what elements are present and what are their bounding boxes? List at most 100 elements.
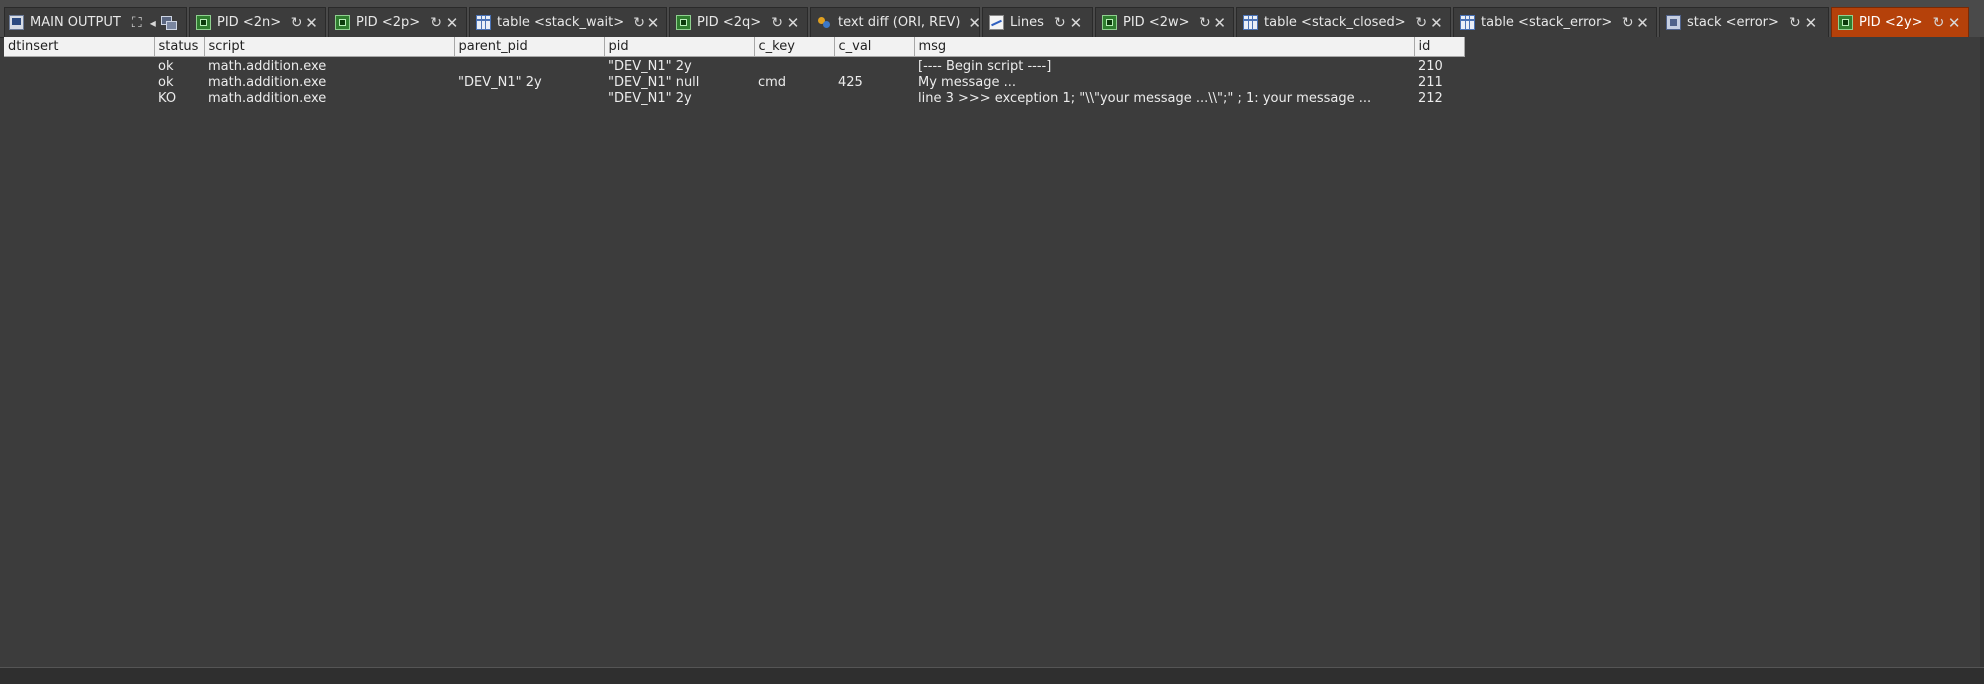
cell-dtinsert: [4, 56, 154, 75]
text-diff-icon: [817, 15, 832, 30]
cell-parent-pid: [454, 91, 604, 107]
maximize-icon[interactable]: ⛶: [129, 15, 145, 31]
refresh-icon[interactable]: ↻: [1052, 15, 1068, 31]
column-header-status[interactable]: status: [154, 37, 205, 57]
collapse-left-icon[interactable]: ◂: [145, 15, 161, 31]
cell-c-val: 425: [838, 74, 863, 90]
cell-msg: [---- Begin script ----]: [918, 58, 1052, 74]
refresh-icon[interactable]: ↻: [1198, 15, 1213, 31]
process-chip-icon: [1102, 15, 1117, 30]
refresh-icon[interactable]: ↻: [1787, 15, 1803, 31]
table-row[interactable]: ok math.addition.exe "DEV_N1" 2y [---- B…: [4, 56, 1464, 75]
column-header-c-key[interactable]: c_key: [754, 37, 835, 57]
column-header-parent-pid[interactable]: parent_pid: [454, 37, 605, 57]
tab-label: table <stack_closed>: [1264, 15, 1406, 30]
refresh-icon[interactable]: ↻: [769, 15, 785, 31]
cell-parent-pid: "DEV_N1" 2y: [458, 74, 542, 90]
tab-label: PID <2p>: [356, 15, 421, 30]
column-header-msg[interactable]: msg: [914, 37, 1415, 57]
close-icon[interactable]: ✕: [304, 15, 319, 31]
tab-main-output[interactable]: MAIN OUTPUT ⛶ ◂: [4, 7, 187, 37]
output-window-icon: [9, 15, 24, 30]
cell-msg: My message ...: [918, 74, 1016, 90]
tab-label: stack <error>: [1687, 15, 1779, 30]
close-icon[interactable]: ✕: [1946, 15, 1962, 31]
cell-c-key: [754, 91, 834, 107]
process-chip-icon: [196, 15, 211, 30]
table-header-row: dtinsert status script parent_pid pid c_…: [4, 37, 1465, 57]
tab-lines[interactable]: Lines ↻ ✕: [982, 7, 1093, 37]
column-header-script[interactable]: script: [204, 37, 455, 57]
refresh-icon[interactable]: ↻: [632, 15, 646, 31]
tab-pid-2y[interactable]: PID <2y> ↻ ✕: [1831, 7, 1969, 37]
tab-table-stack-wait[interactable]: table <stack_wait> ↻ ✕: [469, 7, 667, 37]
cell-msg: line 3 >>> exception 1; "\\"your message…: [918, 90, 1372, 106]
results-table: dtinsert status script parent_pid pid c_…: [4, 37, 1465, 107]
tab-table-stack-error[interactable]: table <stack_error> ↻ ✕: [1453, 7, 1657, 37]
close-icon[interactable]: ✕: [1803, 15, 1819, 31]
tab-label: PID <2w>: [1123, 15, 1190, 30]
tab-label: table <stack_error>: [1481, 15, 1613, 30]
process-chip-icon: [676, 15, 691, 30]
column-header-id[interactable]: id: [1414, 37, 1465, 57]
table-grid-icon: [476, 15, 491, 30]
cell-parent-pid: [454, 56, 604, 75]
results-table-panel: dtinsert status script parent_pid pid c_…: [4, 37, 1980, 667]
close-icon[interactable]: ✕: [1068, 15, 1084, 31]
tab-pid-2p[interactable]: PID <2p> ↻ ✕: [328, 7, 467, 37]
cell-c-key: cmd: [758, 74, 787, 90]
cell-id: 211: [1418, 74, 1443, 90]
process-chip-icon: [335, 15, 350, 30]
vertical-scroll-gutter[interactable]: [1980, 37, 1984, 667]
refresh-icon[interactable]: ↻: [1620, 15, 1635, 31]
table-row[interactable]: KO math.addition.exe "DEV_N1" 2y line 3 …: [4, 91, 1464, 107]
line-chart-icon: [989, 15, 1004, 30]
table-grid-icon: [1460, 15, 1475, 30]
refresh-icon[interactable]: ↻: [1414, 15, 1429, 31]
close-icon[interactable]: ✕: [646, 15, 660, 31]
stack-window-icon: [1666, 15, 1681, 30]
refresh-icon[interactable]: ↻: [289, 15, 304, 31]
tab-label: text diff (ORI, REV): [838, 15, 961, 30]
tab-label: PID <2y>: [1859, 15, 1923, 30]
horizontal-scrollbar[interactable]: [0, 667, 1984, 684]
close-icon[interactable]: ✕: [785, 15, 801, 31]
table-row[interactable]: ok math.addition.exe "DEV_N1" 2y "DEV_N1…: [4, 75, 1464, 91]
tab-label: PID <2n>: [217, 15, 282, 30]
refresh-icon[interactable]: ↻: [428, 15, 444, 31]
process-chip-icon: [1838, 15, 1853, 30]
tab-pid-2q[interactable]: PID <2q> ↻ ✕: [669, 7, 808, 37]
cell-c-val: [834, 56, 914, 75]
tab-pid-2n[interactable]: PID <2n> ↻ ✕: [189, 7, 326, 37]
cell-status: ok: [158, 74, 174, 90]
tab-label: PID <2q>: [697, 15, 762, 30]
tab-stack-error[interactable]: stack <error> ↻ ✕: [1659, 7, 1829, 37]
cell-c-val: [834, 91, 914, 107]
tab-pid-2w[interactable]: PID <2w> ↻ ✕: [1095, 7, 1234, 37]
cell-id: 212: [1418, 90, 1443, 106]
cell-status: KO: [158, 90, 177, 106]
table-grid-icon: [1243, 15, 1258, 30]
cell-pid: "DEV_N1" 2y: [608, 58, 692, 74]
close-icon[interactable]: ✕: [1212, 15, 1227, 31]
tab-bar: MAIN OUTPUT ⛶ ◂ PID <2n> ↻ ✕ PID <2p> ↻ …: [0, 0, 1984, 38]
cell-script: math.addition.exe: [208, 74, 327, 90]
close-icon[interactable]: ✕: [1429, 15, 1444, 31]
windows-list-icon[interactable]: [160, 15, 177, 30]
tab-text-diff[interactable]: text diff (ORI, REV) ✕: [810, 7, 981, 37]
tab-table-stack-closed[interactable]: table <stack_closed> ↻ ✕: [1236, 7, 1451, 37]
cell-pid: "DEV_N1" null: [608, 74, 700, 90]
column-header-pid[interactable]: pid: [604, 37, 755, 57]
close-icon[interactable]: ✕: [1635, 15, 1650, 31]
cell-pid: "DEV_N1" 2y: [608, 90, 692, 106]
cell-status: ok: [158, 58, 174, 74]
tab-label: Lines: [1010, 15, 1044, 30]
cell-script: math.addition.exe: [208, 58, 327, 74]
cell-id: 210: [1418, 58, 1443, 74]
column-header-c-val[interactable]: c_val: [834, 37, 915, 57]
close-icon[interactable]: ✕: [444, 15, 460, 31]
column-header-dtinsert[interactable]: dtinsert: [4, 37, 155, 57]
tab-label: table <stack_wait>: [497, 15, 625, 30]
close-icon[interactable]: ✕: [968, 15, 981, 31]
refresh-icon[interactable]: ↻: [1931, 15, 1947, 31]
